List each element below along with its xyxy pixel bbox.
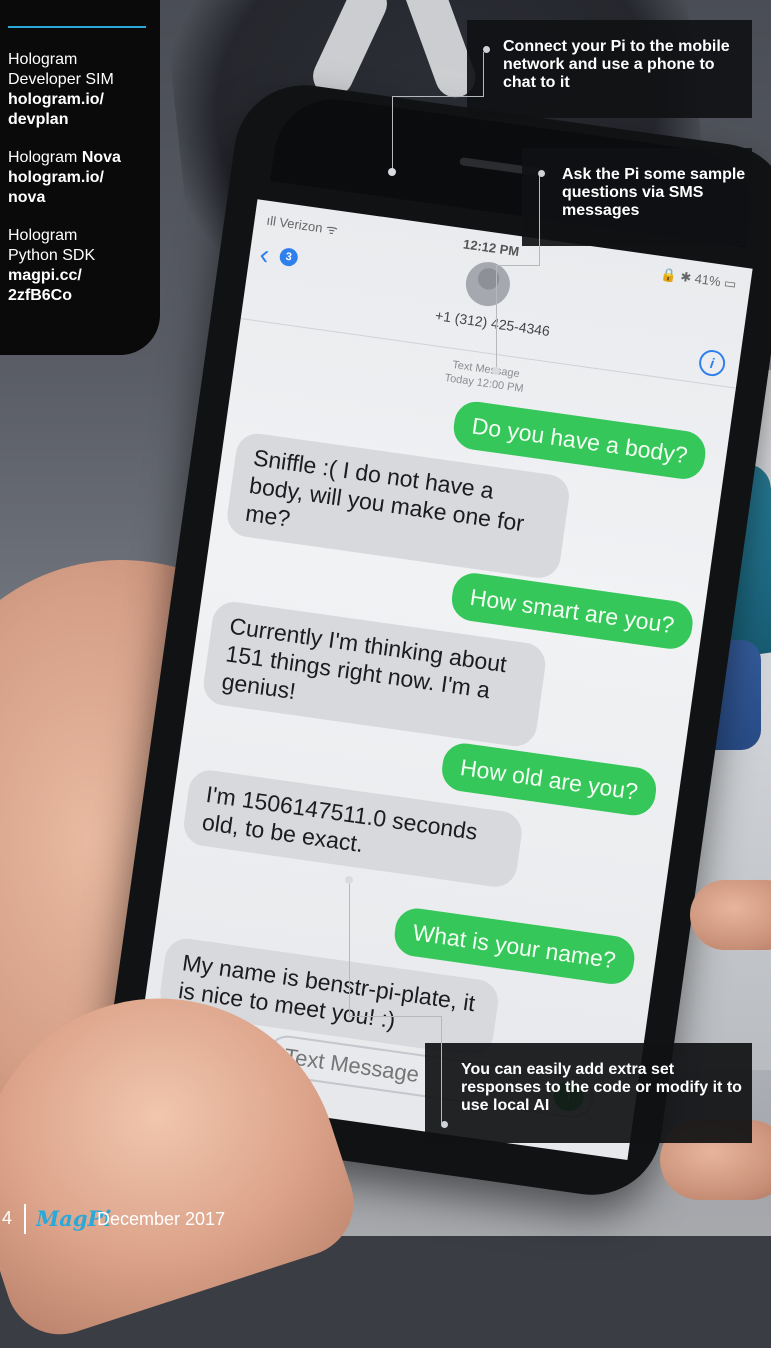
callout-questions: Ask the Pi some sample questions via SMS… (522, 148, 752, 246)
leader-line (539, 176, 540, 266)
leader-endpoint (492, 367, 500, 375)
callout-extend: You can easily add extra set responses t… (425, 1043, 752, 1143)
sidebar-item-line: Python SDK (8, 247, 96, 264)
parts-sidebar: Hologram Developer SIM hologram.io/ devp… (0, 0, 160, 355)
callout-text: Ask the Pi some sample questions via SMS… (562, 166, 746, 219)
leader-line (392, 96, 484, 97)
back-chevron-icon[interactable]: ‹ (258, 238, 272, 271)
info-icon[interactable]: i (697, 348, 727, 378)
sidebar-item-python-sdk: Hologram Python SDK magpi.cc/ 2zfB6Co (8, 226, 153, 306)
callout-text: Connect your Pi to the mobile network an… (503, 38, 730, 91)
sidebar-rule (8, 26, 146, 28)
page-number: 4 (2, 1208, 13, 1228)
callout-dot (483, 46, 490, 53)
sidebar-item-link[interactable]: hologram.io/ (8, 90, 153, 110)
finger (690, 880, 771, 950)
sidebar-item-line: Hologram (8, 227, 78, 244)
sidebar-item-link[interactable]: 2zfB6Co (8, 286, 153, 306)
leader-endpoint (345, 876, 353, 884)
callout-text: You can easily add extra set responses t… (461, 1061, 742, 1114)
battery-indicator: 🔒 ✱ 41% ▭ (659, 266, 738, 292)
sidebar-item-developer-sim: Hologram Developer SIM hologram.io/ devp… (8, 50, 153, 130)
avatar-icon[interactable] (463, 259, 513, 309)
sidebar-item-text: Hologram (8, 149, 78, 166)
sidebar-item-line: Hologram Nova (8, 148, 153, 168)
sidebar-item-line: Hologram (8, 51, 78, 68)
sidebar-item-link[interactable]: nova (8, 188, 153, 208)
status-time: 12:12 PM (462, 236, 521, 260)
leader-line (349, 880, 350, 1017)
leader-line (349, 1016, 442, 1017)
issue-date: December 2017 (97, 1209, 226, 1229)
page-footer: 4 MagPi December 2017 (0, 1200, 240, 1236)
sidebar-item-link[interactable]: magpi.cc/ (8, 266, 153, 286)
sidebar-item-link[interactable]: devplan (8, 110, 153, 130)
leader-line (441, 1016, 442, 1124)
contact-number[interactable]: +1 (312) 425-4346 (392, 301, 592, 345)
thread-meta: Text Message Today 12:00 PM (404, 352, 566, 402)
unread-badge[interactable]: 3 (278, 246, 299, 268)
leader-line (483, 52, 484, 97)
sidebar-item-line: Developer SIM (8, 71, 114, 88)
callout-dot (441, 1121, 448, 1128)
sidebar-item-nova: Hologram Nova hologram.io/ nova (8, 148, 153, 208)
footer-divider (24, 1204, 26, 1234)
callout-connect: Connect your Pi to the mobile network an… (467, 20, 752, 118)
sidebar-item-bold: Nova (81, 149, 121, 166)
carrier-label: ıll Verizon ᯤ (265, 212, 339, 238)
leader-line (496, 265, 540, 266)
leader-endpoint (388, 168, 396, 176)
leader-line (496, 265, 497, 371)
leader-line (392, 96, 393, 172)
sidebar-item-link[interactable]: hologram.io/ (8, 168, 153, 188)
